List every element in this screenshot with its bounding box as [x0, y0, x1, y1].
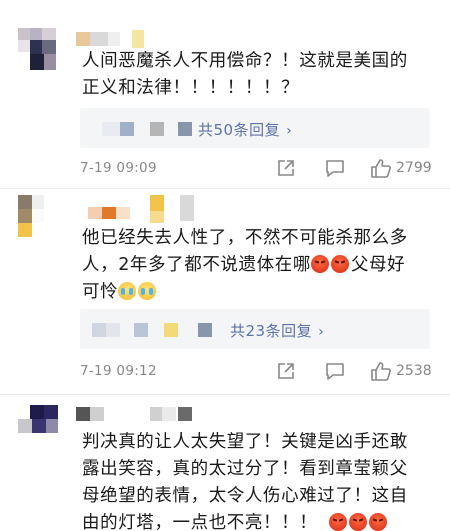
username[interactable]: [76, 30, 196, 48]
avatar[interactable]: [18, 28, 58, 72]
avatar[interactable]: [18, 405, 58, 449]
thumbs-up-icon[interactable]: [370, 361, 392, 381]
username[interactable]: [76, 407, 216, 425]
comment-text: 他已经失去人性了，不然不可能杀那么多人，2年多了都不说遗体在哪 父母好可怜: [82, 225, 422, 306]
crying-face-icon: [118, 282, 137, 300]
comment-text: 判决真的让人太失望了！关键是凶手还敢露出笑容，真的太过分了！看到章莹颖父母绝望的…: [82, 429, 422, 531]
comment-item-3: 判决真的让人太失望了！关键是凶手还敢露出笑容，真的太过分了！看到章莹颖父母绝望的…: [0, 395, 450, 531]
comment-icon[interactable]: [324, 361, 346, 381]
timestamp: 7-19 09:12: [80, 363, 157, 379]
chevron-right-icon: ›: [318, 324, 325, 340]
reply-preview[interactable]: 共50条回复 ›: [80, 108, 430, 148]
reply-count: 共23条回复: [230, 322, 313, 340]
angry-face-icon: [310, 255, 329, 273]
share-icon[interactable]: [276, 361, 296, 381]
comment-meta: 7-19 09:09 2799: [80, 158, 432, 180]
share-icon[interactable]: [276, 158, 296, 178]
reply-count: 共50条回复: [198, 121, 281, 139]
thumbs-up-icon[interactable]: [370, 158, 392, 178]
timestamp: 7-19 09:09: [80, 160, 157, 176]
like-count: 2799: [396, 160, 432, 176]
crying-face-icon: [138, 282, 157, 300]
username[interactable]: [76, 195, 216, 223]
comment-item-2: 他已经失去人性了，不然不可能杀那么多人，2年多了都不说遗体在哪 父母好可怜 共23…: [0, 189, 450, 393]
view-replies-link[interactable]: 共50条回复 ›: [198, 119, 292, 140]
angry-face-icon: [329, 513, 348, 531]
angry-face-icon: [330, 255, 349, 273]
angry-face-icon: [369, 513, 388, 531]
angry-face-icon: [349, 513, 368, 531]
comment-meta: 7-19 09:12 2538: [80, 361, 432, 383]
comment-item-1: 人间恶魔杀人不用偿命？！这就是美国的正义和法律！！！！！！？ 共50条回复 › 7…: [0, 0, 450, 186]
comment-body: 人间恶魔杀人不用偿命？！这就是美国的正义和法律！！！！！！？: [82, 51, 408, 98]
comment-icon[interactable]: [324, 158, 346, 178]
avatar[interactable]: [18, 195, 58, 239]
reply-preview[interactable]: 共23条回复 ›: [80, 309, 430, 349]
view-replies-link[interactable]: 共23条回复 ›: [230, 320, 324, 341]
like-count: 2538: [396, 363, 432, 379]
comment-text: 人间恶魔杀人不用偿命？！这就是美国的正义和法律！！！！！！？: [82, 48, 422, 102]
chevron-right-icon: ›: [286, 123, 293, 139]
